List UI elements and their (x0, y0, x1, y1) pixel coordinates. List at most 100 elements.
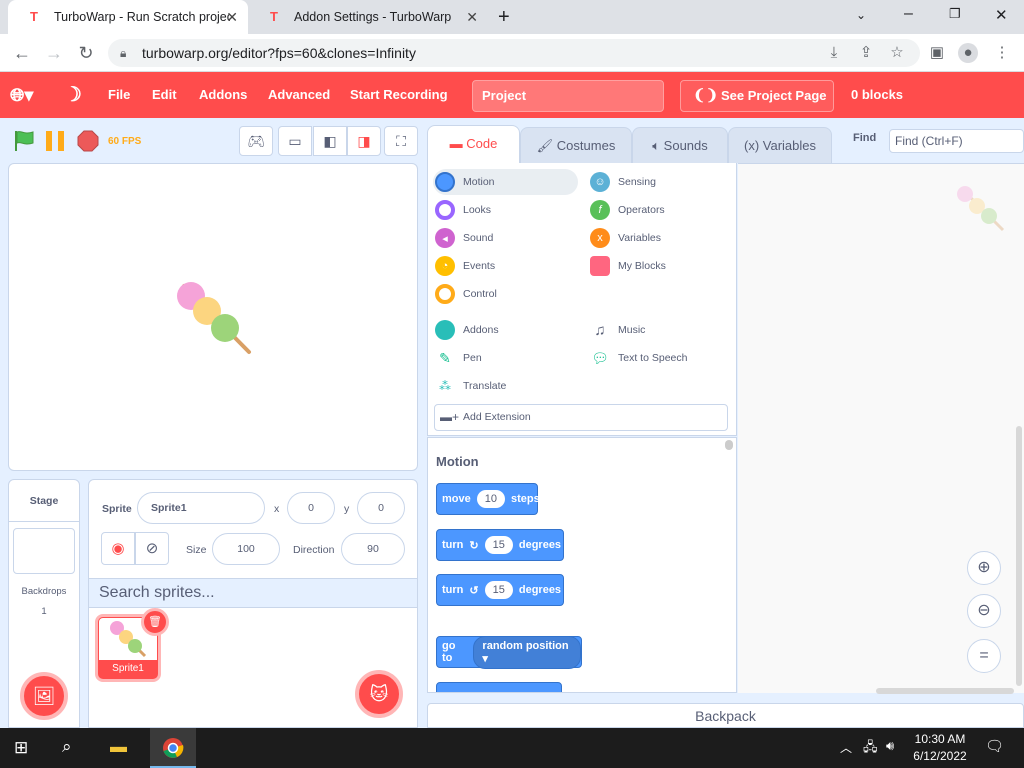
workspace-h-scrollbar[interactable] (876, 688, 1014, 694)
menu-start-recording[interactable]: Start Recording (350, 72, 448, 118)
stage-canvas[interactable] (8, 163, 418, 471)
goto-dropdown[interactable]: random position ▾ (473, 635, 581, 669)
tab-sounds[interactable]: 🔈︎ Sounds (632, 127, 728, 163)
url-field[interactable]: 🔒︎ turbowarp.org/editor?fps=60&clones=In… (108, 39, 920, 67)
block-input[interactable]: 10 (476, 490, 505, 508)
tab-search-icon[interactable]: ⌄ (856, 8, 866, 22)
workspace-v-scrollbar[interactable] (1016, 426, 1022, 686)
large-stage-icon[interactable]: ◨ (347, 126, 381, 156)
y-input[interactable]: 0 (357, 492, 405, 524)
sprite-name-input[interactable]: Sprite1 (137, 492, 265, 524)
green-flag-icon[interactable] (12, 129, 36, 153)
hide-sprite-eye-icon[interactable]: ⊘ (135, 532, 169, 565)
palette-scrollbar[interactable] (725, 440, 733, 450)
bookmark-star-icon[interactable]: ☆ (887, 43, 907, 63)
tab-code[interactable]: ▬ Code (427, 125, 520, 163)
category-pen[interactable]: ✎ Pen (433, 345, 482, 371)
x-input[interactable]: 0 (287, 492, 335, 524)
find-input[interactable]: Find (Ctrl+F) (889, 129, 1024, 153)
profile-avatar-icon[interactable]: ● (958, 43, 978, 63)
category-variables[interactable]: x Variables (588, 225, 661, 251)
clock-date[interactable]: 6/12/2022 (906, 749, 974, 763)
close-tab-icon[interactable]: ✕ (226, 9, 238, 26)
fps-indicator: 60 FPS (108, 136, 142, 147)
category-text-to-speech[interactable]: 💬︎ Text to Speech (588, 345, 687, 371)
category-music[interactable]: ♫ Music (588, 317, 645, 343)
back-icon[interactable]: ← (11, 42, 33, 64)
show-sprite-eye-icon[interactable]: ◉ (101, 532, 135, 565)
search-sprites-input[interactable]: Search sprites... (89, 578, 417, 608)
category-motion[interactable]: Motion (433, 169, 578, 195)
direction-input[interactable]: 90 (341, 533, 405, 565)
choose-sprite-icon[interactable]: 🐱︎ (355, 670, 403, 718)
project-title-input[interactable]: Project (472, 80, 664, 112)
menu-edit[interactable]: Edit (152, 72, 177, 118)
stop-icon[interactable] (77, 130, 99, 152)
tab-variables[interactable]: (x) Variables (728, 127, 832, 163)
reload-icon[interactable]: ↻ (75, 42, 97, 64)
category-events[interactable]: ◔ Events (433, 253, 495, 279)
tab-costumes[interactable]: 🖌︎ Costumes (520, 127, 632, 163)
block-partial[interactable] (436, 682, 562, 692)
add-extension-button[interactable]: ▬+ Add Extension (434, 404, 728, 431)
forward-icon[interactable]: → (43, 42, 65, 64)
close-tab-icon[interactable]: ✕ (466, 9, 478, 26)
size-input[interactable]: 100 (212, 533, 280, 565)
category-addons[interactable]: Addons (433, 317, 499, 343)
category-looks[interactable]: Looks (433, 197, 491, 223)
block-go-to[interactable]: go to random position ▾ (436, 635, 582, 669)
block-turn-right[interactable]: turn ↻ 15 degrees (436, 529, 564, 561)
theme-moon-icon[interactable]: ☽ (64, 72, 82, 118)
category-sensing[interactable]: ☺ Sensing (588, 169, 656, 195)
category-control[interactable]: Control (433, 281, 497, 307)
stage-thumbnail[interactable] (13, 528, 75, 574)
notifications-icon[interactable]: 🗨︎ (985, 737, 1004, 755)
delete-sprite-icon[interactable]: 🗑︎ (141, 608, 169, 636)
block-move-steps[interactable]: move 10 steps (436, 483, 540, 515)
new-tab-icon[interactable]: + (498, 6, 510, 29)
code-workspace[interactable]: ⊕ ⊖ = (738, 163, 1024, 694)
category-translate[interactable]: ⁂ Translate (433, 373, 506, 399)
block-text: move (442, 493, 471, 505)
menu-addons[interactable]: Addons (199, 72, 247, 118)
backpack-bar[interactable]: Backpack (427, 703, 1024, 728)
chrome-icon (163, 738, 184, 758)
file-explorer-icon[interactable]: ▬ (110, 737, 127, 757)
block-input[interactable]: 15 (484, 581, 513, 599)
category-my-blocks[interactable]: My Blocks (588, 253, 666, 279)
zoom-out-icon[interactable]: ⊖ (967, 594, 1001, 628)
see-project-page-button[interactable]: ❨❩ See Project Page (680, 80, 834, 112)
volume-icon[interactable]: 🔊︎ (886, 738, 894, 754)
gamepad-icon[interactable]: 🎮︎ (239, 126, 273, 156)
system-tray-chevron-icon[interactable]: ︿ (840, 739, 852, 756)
dango-sprite[interactable] (169, 274, 259, 359)
normal-stage-icon[interactable]: ◧ (313, 126, 347, 156)
zoom-reset-icon[interactable]: = (967, 639, 1001, 673)
zoom-in-icon[interactable]: ⊕ (967, 551, 1001, 585)
network-icon[interactable]: 🖧︎ (863, 738, 878, 760)
small-stage-icon[interactable]: ▭ (278, 126, 312, 156)
category-operators[interactable]: f Operators (588, 197, 665, 223)
side-panel-icon[interactable]: ▣ (927, 43, 947, 63)
browser-tab-turbowarp[interactable]: T TurboWarp - Run Scratch project ✕ (8, 0, 248, 34)
minimize-icon[interactable]: – (904, 5, 913, 23)
search-icon[interactable]: ⌕ (62, 737, 72, 757)
block-turn-left[interactable]: turn ↺ 15 degrees (436, 574, 564, 606)
fullscreen-icon[interactable]: ⛶ (384, 126, 418, 156)
choose-backdrop-icon[interactable]: 🖼︎ (20, 672, 68, 720)
clock-time[interactable]: 10:30 AM (906, 732, 974, 746)
menu-advanced[interactable]: Advanced (268, 72, 330, 118)
restore-icon[interactable]: ❐ (949, 6, 961, 22)
share-icon[interactable]: ⇪ (856, 43, 876, 63)
language-globe-icon[interactable]: 🌐︎▾ (10, 72, 33, 118)
block-input[interactable]: 15 (484, 536, 513, 554)
browser-tab-addon-settings[interactable]: T Addon Settings - TurboWarp ✕ (248, 0, 488, 34)
chrome-taskbar-button[interactable] (150, 728, 196, 768)
category-sound[interactable]: ◂ Sound (433, 225, 493, 251)
install-app-icon[interactable]: ⤓ (824, 43, 844, 63)
menu-file[interactable]: File (108, 72, 130, 118)
pause-icon[interactable] (44, 130, 68, 152)
chrome-menu-icon[interactable]: ⋮ (992, 43, 1012, 63)
window-close-icon[interactable]: ✕ (995, 6, 1008, 24)
windows-start-icon[interactable]: ⊞ (14, 738, 28, 758)
